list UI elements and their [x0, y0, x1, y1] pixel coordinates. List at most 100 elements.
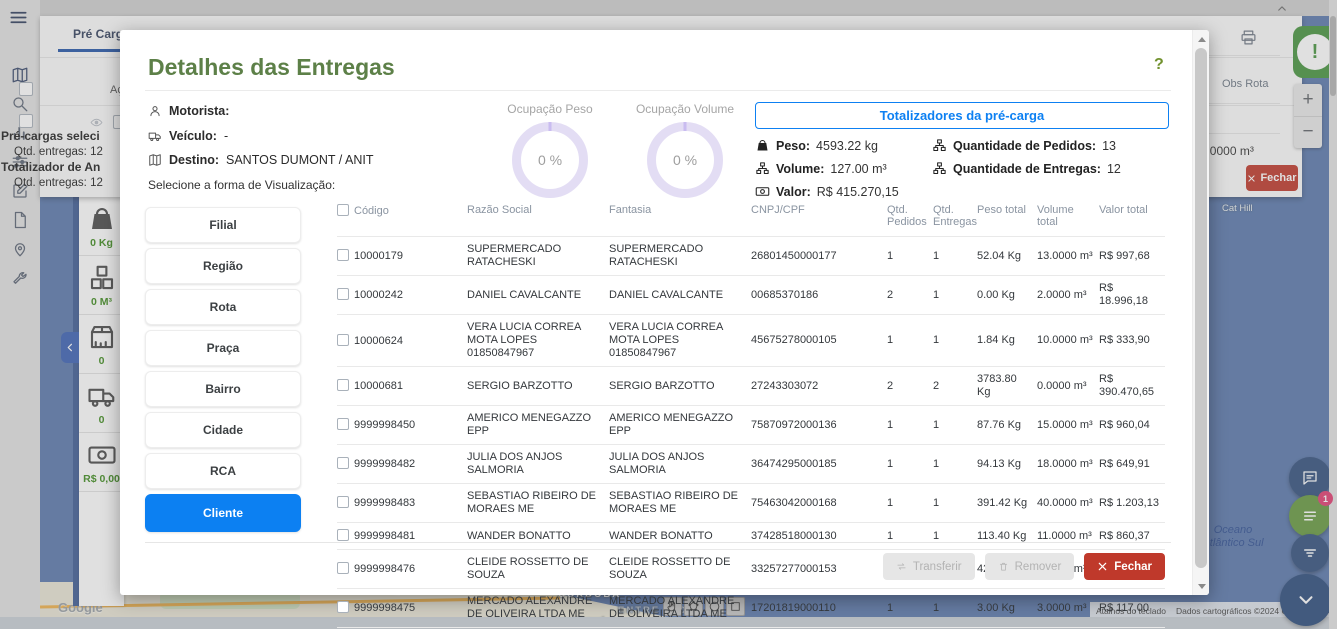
- cell: 17201819000110: [751, 589, 887, 628]
- help-icon[interactable]: ?: [1154, 56, 1164, 74]
- trash-icon: [998, 561, 1009, 572]
- cell: 2: [933, 367, 977, 406]
- table-row[interactable]: 9999998482JULIA DOS ANJOS SALMORIAJULIA …: [337, 445, 1165, 484]
- header-checkbox[interactable]: [337, 204, 349, 216]
- cell: SUPERMERCADO RATACHESKI: [609, 237, 751, 276]
- cell: DANIEL CAVALCANTE: [467, 276, 609, 315]
- column-header: Qtd. Pedidos: [887, 200, 933, 237]
- cell: 3783.80 Kg: [977, 367, 1037, 406]
- view-button-região[interactable]: Região: [145, 248, 301, 284]
- totalizer-label: Volume:: [776, 162, 824, 176]
- cell: 9999998483: [337, 484, 467, 523]
- cell: 87.76 Kg: [977, 406, 1037, 445]
- totalizer-value: 4593.22 kg: [816, 139, 878, 153]
- cell: 40.0000 m³: [1037, 484, 1099, 523]
- cell: 2.0000 m³: [1037, 276, 1099, 315]
- driver-label: Motorista:: [169, 104, 229, 118]
- truck-icon: [148, 129, 162, 143]
- modal-title: Detalhes das Entregas: [148, 54, 395, 81]
- cell: 11.0000 m³: [1037, 523, 1099, 550]
- select-view-label: Selecione a forma de Visualização:: [148, 178, 335, 192]
- cell: 9999998482: [337, 445, 467, 484]
- cell: AMERICO MENEGAZZO EPP: [467, 406, 609, 445]
- table-row[interactable]: 10000681SERGIO BARZOTTOSERGIO BARZOTTO27…: [337, 367, 1165, 406]
- row-checkbox[interactable]: [337, 379, 349, 391]
- cell: R$ 860,37: [1099, 523, 1165, 550]
- cell: 13.0000 m³: [1037, 237, 1099, 276]
- cell: 1: [887, 589, 933, 628]
- cell: 1: [887, 445, 933, 484]
- remove-button[interactable]: Remover: [985, 553, 1075, 580]
- cell: 75463042000168: [751, 484, 887, 523]
- scroll-up-arrow[interactable]: [1193, 31, 1210, 47]
- cell: R$ 390.470,65: [1099, 367, 1165, 406]
- table-row[interactable]: 9999998475MERCADO ALEXANDRE DE OLIVEIRA …: [337, 589, 1165, 628]
- totalizer-label: Quantidade de Pedidos:: [953, 139, 1096, 153]
- money-icon: [755, 184, 770, 199]
- row-checkbox[interactable]: [337, 601, 349, 613]
- sitemap-icon: [755, 161, 770, 176]
- cell: 33257277000153: [751, 550, 887, 589]
- scrollbar-thumb[interactable]: [1195, 48, 1207, 568]
- cell: DANIEL CAVALCANTE: [609, 276, 751, 315]
- cell: JULIA DOS ANJOS SALMORIA: [467, 445, 609, 484]
- view-button-cidade[interactable]: Cidade: [145, 412, 301, 448]
- totalizers-title: Totalizadores da pré-carga: [755, 102, 1169, 129]
- view-button-filial[interactable]: Filial: [145, 207, 301, 243]
- map-icon: [148, 153, 162, 167]
- column-header: Código: [337, 200, 467, 237]
- cell: 1: [933, 406, 977, 445]
- column-header: Volume total: [1037, 200, 1099, 237]
- column-header: Fantasia: [609, 200, 751, 237]
- cell: 9999998481: [337, 523, 467, 550]
- row-checkbox[interactable]: [337, 418, 349, 430]
- table-row[interactable]: 10000624VERA LUCIA CORREA MOTA LOPES 018…: [337, 315, 1165, 367]
- cell: 2: [887, 367, 933, 406]
- cell: 3.0000 m³: [1037, 589, 1099, 628]
- row-checkbox[interactable]: [337, 334, 349, 346]
- cell: 18.0000 m³: [1037, 445, 1099, 484]
- cell: SUPERMERCADO RATACHESKI: [467, 237, 609, 276]
- driver-row: Motorista:: [148, 104, 229, 118]
- cell: 94.13 Kg: [977, 445, 1037, 484]
- totalizer-item: Valor: R$ 415.270,15: [755, 184, 899, 199]
- totalizer-value: R$ 415.270,15: [817, 185, 899, 199]
- totalizer-item: Quantidade de Pedidos:13: [932, 138, 1121, 153]
- row-checkbox[interactable]: [337, 562, 349, 574]
- cell: 1: [887, 237, 933, 276]
- view-button-cliente[interactable]: Cliente: [145, 494, 301, 532]
- gauge-value: 0 %: [538, 152, 562, 168]
- table-row[interactable]: 9999998450AMERICO MENEGAZZO EPPAMERICO M…: [337, 406, 1165, 445]
- table-row[interactable]: 10000242DANIEL CAVALCANTEDANIEL CAVALCAN…: [337, 276, 1165, 315]
- view-button-bairro[interactable]: Bairro: [145, 371, 301, 407]
- close-button[interactable]: Fechar: [1084, 553, 1165, 580]
- totalizers-left-column: Peso:4593.22 kgVolume:127.00 m³Valor:R$ …: [755, 138, 899, 199]
- cell: 10.0000 m³: [1037, 315, 1099, 367]
- cell: 10000179: [337, 237, 467, 276]
- cell: 113.40 Kg: [977, 523, 1037, 550]
- view-button-praça[interactable]: Praça: [145, 330, 301, 366]
- cell: R$ 117,00: [1099, 589, 1165, 628]
- cell: 52.04 Kg: [977, 237, 1037, 276]
- row-checkbox[interactable]: [337, 288, 349, 300]
- cell: AMERICO MENEGAZZO EPP: [609, 406, 751, 445]
- row-checkbox[interactable]: [337, 529, 349, 541]
- column-header: Peso total: [977, 200, 1037, 237]
- scroll-down-arrow[interactable]: [1193, 578, 1210, 594]
- destination-label: Destino:: [169, 153, 219, 167]
- row-checkbox[interactable]: [337, 496, 349, 508]
- table-row[interactable]: 9999998481WANDER BONATTOWANDER BONATTO37…: [337, 523, 1165, 550]
- row-checkbox[interactable]: [337, 457, 349, 469]
- gauge-ring: 0 %: [647, 122, 723, 198]
- row-checkbox[interactable]: [337, 249, 349, 261]
- totalizer-label: Valor:: [776, 185, 811, 199]
- cell: 1: [887, 484, 933, 523]
- modal-scrollbar[interactable]: [1192, 30, 1209, 595]
- view-button-rca[interactable]: RCA: [145, 453, 301, 489]
- view-button-rota[interactable]: Rota: [145, 289, 301, 325]
- table-row[interactable]: 9999998483SEBASTIAO RIBEIRO DE MORAES ME…: [337, 484, 1165, 523]
- cell: 1: [933, 315, 977, 367]
- close-label: Fechar: [1114, 561, 1152, 573]
- table-row[interactable]: 10000179SUPERMERCADO RATACHESKISUPERMERC…: [337, 237, 1165, 276]
- transfer-button[interactable]: Transferir: [883, 553, 975, 580]
